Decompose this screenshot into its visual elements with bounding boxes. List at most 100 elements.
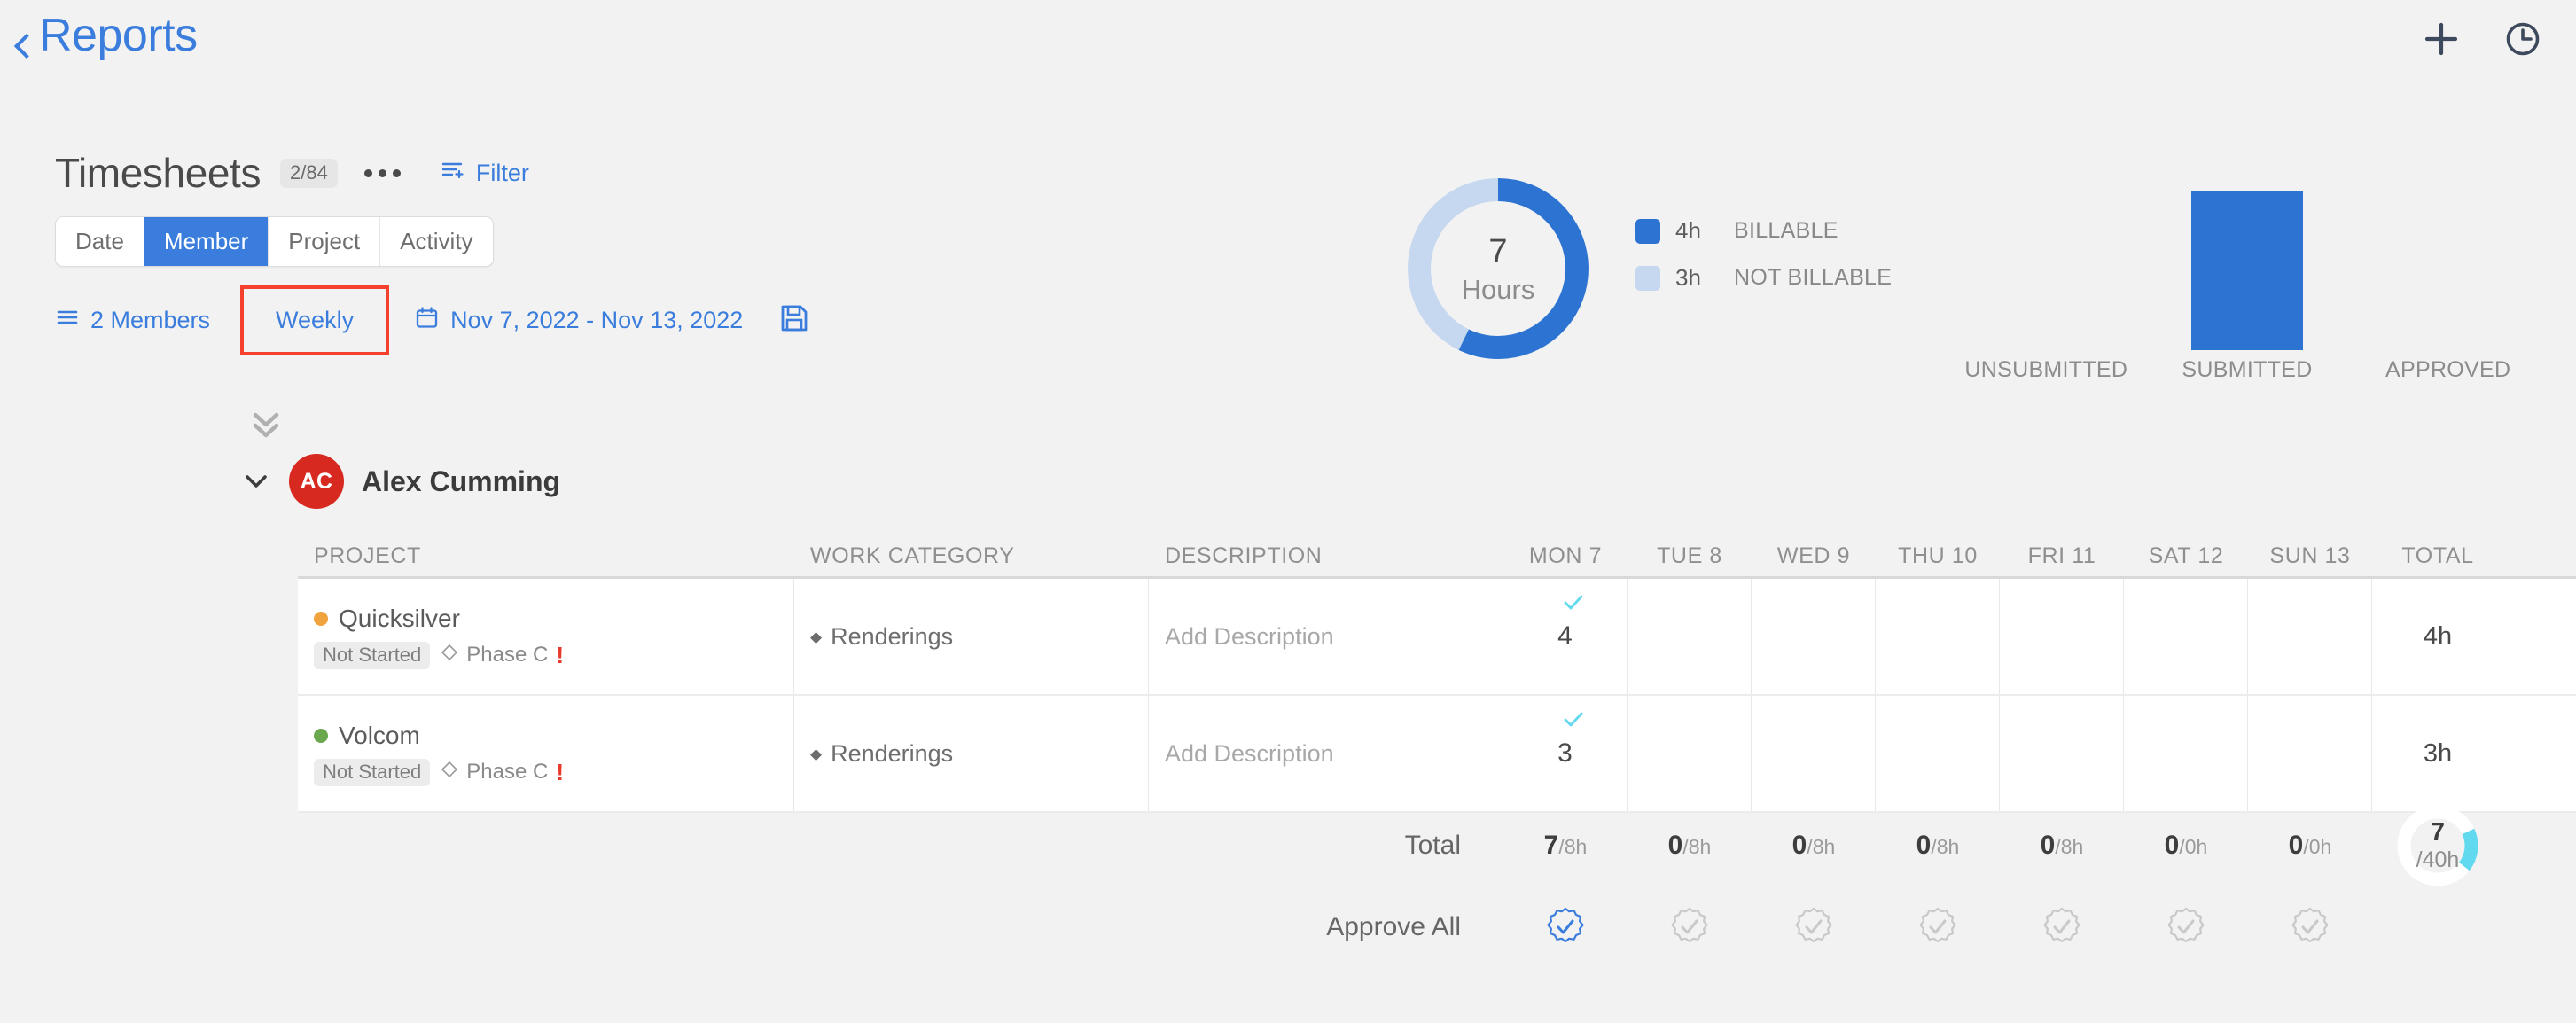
cell-hours-thu[interactable]: [1876, 579, 2000, 694]
project-name-row: Quicksilver: [314, 605, 460, 633]
donut-total-unit: Hours: [1461, 273, 1535, 305]
row-total-value: 4h: [2423, 621, 2453, 651]
total-value: 0: [2288, 831, 2304, 860]
work-category-value: ◆ Renderings: [810, 623, 953, 651]
tab-date[interactable]: Date: [56, 217, 144, 266]
billable-legend: 4h BILLABLE 3h NOT BILLABLE: [1635, 217, 1892, 311]
cell-description[interactable]: Add Description: [1149, 696, 1503, 811]
billable-donut-chart: 7 Hours: [1401, 171, 1596, 366]
approve-toggle-thu[interactable]: [1876, 905, 2000, 949]
members-filter[interactable]: 2 Members: [55, 305, 210, 336]
small-diamond-icon: ◆: [810, 628, 823, 645]
badge-check-icon: [2291, 907, 2329, 943]
approve-toggle-fri[interactable]: [2000, 905, 2124, 949]
cell-hours-wed[interactable]: [1752, 696, 1876, 811]
phase-label: Phase C: [466, 643, 549, 667]
member-group-header[interactable]: AC Alex Cumming: [241, 454, 560, 509]
cell-hours-sat[interactable]: [2124, 696, 2248, 811]
bar-column-submitted: [2147, 164, 2348, 350]
donut-center-label: 7 Hours: [1401, 171, 1596, 366]
page-header-block: Timesheets 2/84 Filter Date Member Proje…: [55, 149, 810, 355]
column-header-work-category: WORK CATEGORY: [810, 543, 1015, 568]
filter-label: Filter: [475, 159, 529, 186]
description-placeholder: Add Description: [1165, 622, 1334, 650]
cell-hours-mon[interactable]: 4: [1503, 579, 1628, 694]
work-category-label: Renderings: [831, 739, 954, 767]
period-selector[interactable]: Weekly: [240, 285, 390, 355]
total-value: 0: [1667, 831, 1683, 860]
row-total-value: 3h: [2423, 738, 2453, 768]
cell-hours-wed[interactable]: [1752, 579, 1876, 694]
record-count-badge: 2/84: [280, 158, 338, 188]
tab-project[interactable]: Project: [269, 217, 381, 266]
project-meta: Not Started Phase C !: [314, 758, 564, 786]
cell-hours-sun[interactable]: [2248, 579, 2372, 694]
status-bar-chart: UNSUBMITTED SUBMITTED APPROVED: [1946, 164, 2549, 421]
cell-hours-fri[interactable]: [2000, 579, 2124, 694]
phase-info: Phase C !: [441, 759, 564, 786]
approve-toggle-mon[interactable]: [1503, 905, 1628, 949]
column-header-description: DESCRIPTION: [1165, 543, 1323, 568]
total-tue: 0/8h: [1628, 831, 1752, 861]
totals-row: Total 7/8h 0/8h 0/8h 0/8h 0/8h 0/0h 0/0h…: [298, 805, 2576, 886]
chevron-down-icon[interactable]: [241, 466, 271, 496]
member-name: Alex Cumming: [362, 465, 561, 497]
total-value: 0: [2164, 831, 2180, 860]
cell-description[interactable]: Add Description: [1149, 579, 1503, 694]
cell-work-category[interactable]: ◆ Renderings: [794, 696, 1149, 811]
cell-hours-sun[interactable]: [2248, 696, 2372, 811]
filter-icon: [440, 157, 466, 190]
approve-toggle-wed[interactable]: [1752, 905, 1876, 949]
warning-icon: !: [556, 758, 565, 785]
ellipsis-icon[interactable]: [357, 168, 408, 177]
approve-toggle-sat[interactable]: [2124, 905, 2248, 949]
cell-hours-mon[interactable]: 3: [1503, 696, 1628, 811]
list-icon: [55, 305, 80, 336]
cell-hours-tue[interactable]: [1628, 579, 1752, 694]
clock-icon[interactable]: [2503, 20, 2542, 63]
hours-value: 3: [1557, 738, 1573, 768]
cell-hours-sat[interactable]: [2124, 579, 2248, 694]
warning-icon: !: [556, 641, 565, 668]
cell-work-category[interactable]: ◆ Renderings: [794, 579, 1149, 694]
filter-button[interactable]: Filter: [440, 157, 529, 190]
cell-project[interactable]: Volcom Not Started Phase C !: [298, 696, 794, 811]
approve-toggle-tue[interactable]: [1628, 905, 1752, 949]
column-header-sat: SAT 12: [2148, 543, 2224, 568]
cell-project[interactable]: Quicksilver Not Started Phase C !: [298, 579, 794, 694]
total-value: 7: [1543, 831, 1559, 860]
total-sat: 0/0h: [2124, 831, 2248, 861]
bar-columns: [1946, 164, 2549, 350]
bar-label-submitted: SUBMITTED: [2182, 357, 2313, 382]
approve-toggle-sun[interactable]: [2248, 905, 2372, 949]
chevron-left-icon: [12, 28, 30, 46]
tab-member[interactable]: Member: [144, 217, 269, 266]
work-category-value: ◆ Renderings: [810, 740, 953, 768]
save-icon[interactable]: [778, 302, 810, 339]
cell-row-total: 3h: [2372, 696, 2503, 811]
badge-check-icon: [1547, 907, 1584, 943]
total-capacity: /8h: [1807, 835, 1836, 858]
cell-hours-fri[interactable]: [2000, 696, 2124, 811]
grand-total-label: 7 /40h: [2395, 803, 2480, 888]
back-to-reports-link[interactable]: Reports: [12, 9, 198, 62]
totals-label: Total: [1404, 831, 1461, 860]
collapse-all-toggle[interactable]: [246, 406, 285, 445]
grand-total-donut: 7 /40h: [2372, 803, 2503, 888]
cell-hours-thu[interactable]: [1876, 696, 2000, 811]
total-wed: 0/8h: [1752, 831, 1876, 861]
status-badge: Not Started: [314, 758, 431, 786]
status-badge: Not Started: [314, 641, 431, 669]
cell-hours-tue[interactable]: [1628, 696, 1752, 811]
bar-axis-labels: UNSUBMITTED SUBMITTED APPROVED: [1946, 357, 2549, 383]
description-placeholder: Add Description: [1165, 739, 1334, 767]
grand-total-capacity: /40h: [2416, 847, 2460, 872]
plus-icon[interactable]: [2422, 20, 2461, 63]
bar-column-approved: [2347, 164, 2549, 350]
column-header-wed: WED 9: [1776, 543, 1851, 568]
column-header-total: TOTAL: [2401, 543, 2474, 568]
calendar-icon: [414, 305, 440, 337]
tab-activity[interactable]: Activity: [380, 217, 493, 266]
date-range-selector[interactable]: Nov 7, 2022 - Nov 13, 2022: [414, 305, 743, 337]
cell-row-total: 4h: [2372, 579, 2503, 694]
